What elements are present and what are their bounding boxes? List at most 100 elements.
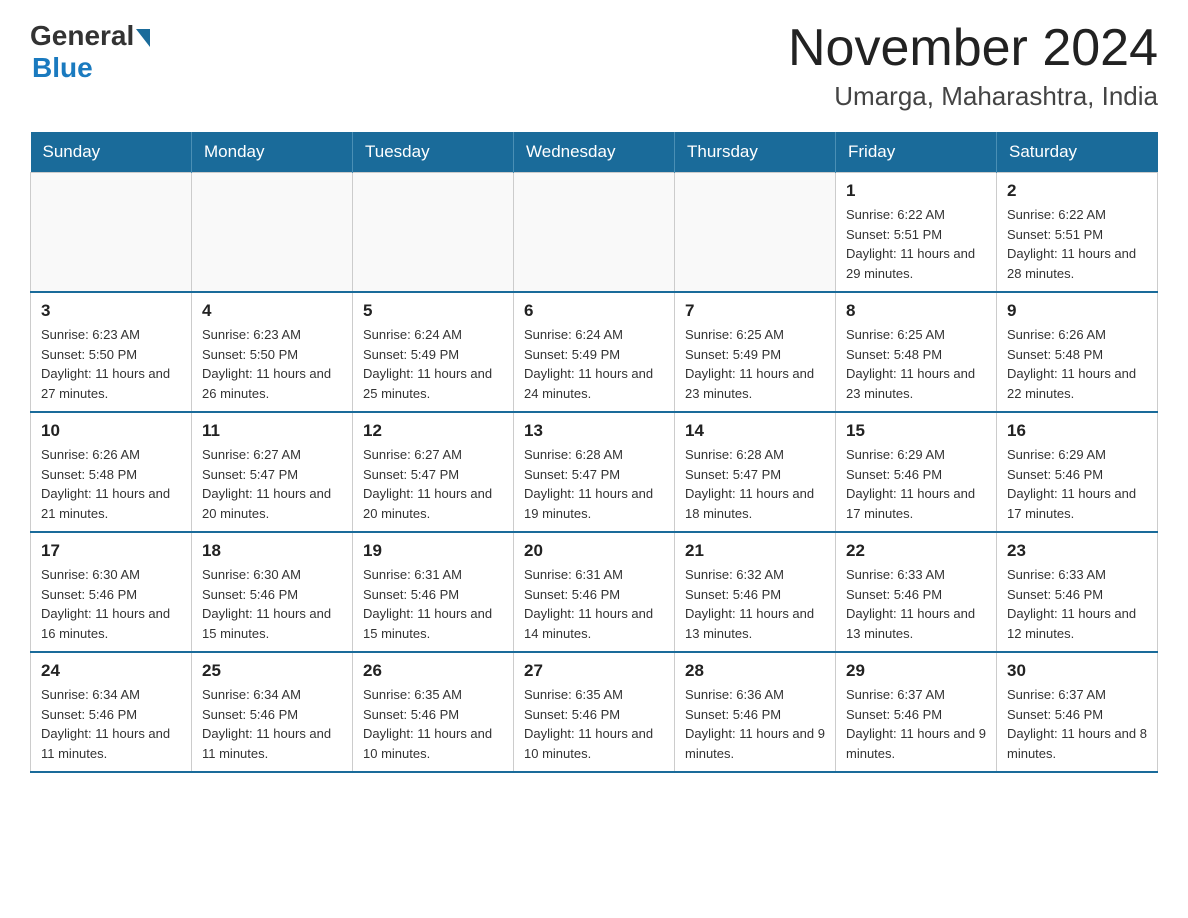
day-number: 14 <box>685 421 825 441</box>
table-row: 5 Sunrise: 6:24 AMSunset: 5:49 PMDaylight… <box>353 292 514 412</box>
table-row: 3Sunrise: 6:23 AMSunset: 5:50 PMDaylight… <box>31 292 192 412</box>
weekday-header-monday: Monday <box>192 132 353 173</box>
weekday-header-sunday: Sunday <box>31 132 192 173</box>
day-number: 16 <box>1007 421 1147 441</box>
calendar-subtitle: Umarga, Maharashtra, India <box>788 81 1158 112</box>
day-info: Sunrise: 6:34 AMSunset: 5:46 PMDaylight:… <box>202 685 342 763</box>
table-row: 9 Sunrise: 6:26 AMSunset: 5:48 PMDaylight… <box>997 292 1158 412</box>
calendar-title-section: November 2024 Umarga, Maharashtra, India <box>788 20 1158 112</box>
day-info: Sunrise: 6:30 AMSunset: 5:46 PMDaylight:… <box>41 565 181 643</box>
logo-arrow-icon <box>136 29 150 47</box>
day-info: Sunrise: 6:29 AMSunset: 5:46 PMDaylight:… <box>846 445 986 523</box>
table-row: 7 Sunrise: 6:25 AMSunset: 5:49 PMDaylight… <box>675 292 836 412</box>
table-row: 27 Sunrise: 6:35 AMSunset: 5:46 PMDayligh… <box>514 652 675 772</box>
day-number: 30 <box>1007 661 1147 681</box>
day-info: Sunrise: 6:27 AMSunset: 5:47 PMDaylight:… <box>202 445 342 523</box>
day-info: Sunrise: 6:34 AMSunset: 5:46 PMDaylight:… <box>41 685 181 763</box>
day-info: Sunrise: 6:32 AMSunset: 5:46 PMDaylight:… <box>685 565 825 643</box>
day-number: 10 <box>41 421 181 441</box>
calendar-table: SundayMondayTuesdayWednesdayThursdayFrid… <box>30 132 1158 773</box>
day-number: 15 <box>846 421 986 441</box>
day-number: 27 <box>524 661 664 681</box>
table-row: 2 Sunrise: 6:22 AMSunset: 5:51 PMDaylight… <box>997 173 1158 293</box>
table-row <box>31 173 192 293</box>
logo-general-text: General <box>30 20 134 52</box>
day-info: Sunrise: 6:25 AMSunset: 5:49 PMDaylight:… <box>685 325 825 403</box>
day-number: 3 <box>41 301 181 321</box>
table-row: 20 Sunrise: 6:31 AMSunset: 5:46 PMDayligh… <box>514 532 675 652</box>
day-number: 2 <box>1007 181 1147 201</box>
calendar-week-2: 3 Sunrise: 6:23 AMSunset: 5:50 PMDaylight… <box>31 292 1158 412</box>
table-row: 28 Sunrise: 6:36 AMSunset: 5:46 PMDayligh… <box>675 652 836 772</box>
weekday-header-wednesday: Wednesday <box>514 132 675 173</box>
table-row: 19Sunrise: 6:31 AMSunset: 5:46 PMDayligh… <box>353 532 514 652</box>
day-info: Sunrise: 6:22 AMSunset: 5:51 PMDaylight:… <box>1007 205 1147 283</box>
day-number: 1 <box>846 181 986 201</box>
day-info: Sunrise: 6:24 AMSunset: 5:49 PMDaylight:… <box>363 325 503 403</box>
calendar-header: SundayMondayTuesdayWednesdayThursdayFrid… <box>31 132 1158 173</box>
calendar-week-4: 17 Sunrise: 6:30 AMSunset: 5:46 PMDayligh… <box>31 532 1158 652</box>
day-number: 20 <box>524 541 664 561</box>
table-row: 21Sunrise: 6:32 AMSunset: 5:46 PMDayligh… <box>675 532 836 652</box>
page-header: General Blue November 2024 Umarga, Mahar… <box>30 20 1158 112</box>
day-info: Sunrise: 6:26 AMSunset: 5:48 PMDaylight:… <box>41 445 181 523</box>
day-number: 17 <box>41 541 181 561</box>
day-number: 7 <box>685 301 825 321</box>
weekday-header-thursday: Thursday <box>675 132 836 173</box>
day-info: Sunrise: 6:36 AMSunset: 5:46 PMDaylight:… <box>685 685 825 763</box>
day-number: 28 <box>685 661 825 681</box>
day-number: 9 <box>1007 301 1147 321</box>
day-info: Sunrise: 6:31 AMSunset: 5:46 PMDaylight:… <box>524 565 664 643</box>
day-number: 29 <box>846 661 986 681</box>
table-row: 6Sunrise: 6:24 AMSunset: 5:49 PMDaylight… <box>514 292 675 412</box>
day-info: Sunrise: 6:23 AMSunset: 5:50 PMDaylight:… <box>202 325 342 403</box>
table-row: 14Sunrise: 6:28 AMSunset: 5:47 PMDayligh… <box>675 412 836 532</box>
table-row <box>514 173 675 293</box>
day-info: Sunrise: 6:25 AMSunset: 5:48 PMDaylight:… <box>846 325 986 403</box>
day-info: Sunrise: 6:35 AMSunset: 5:46 PMDaylight:… <box>524 685 664 763</box>
day-number: 18 <box>202 541 342 561</box>
table-row: 29Sunrise: 6:37 AMSunset: 5:46 PMDayligh… <box>836 652 997 772</box>
day-number: 4 <box>202 301 342 321</box>
table-row: 18 Sunrise: 6:30 AMSunset: 5:46 PMDayligh… <box>192 532 353 652</box>
calendar-week-1: 1 Sunrise: 6:22 AMSunset: 5:51 PMDaylight… <box>31 173 1158 293</box>
logo: General Blue <box>30 20 150 84</box>
table-row: 11 Sunrise: 6:27 AMSunset: 5:47 PMDayligh… <box>192 412 353 532</box>
table-row: 24 Sunrise: 6:34 AMSunset: 5:46 PMDayligh… <box>31 652 192 772</box>
day-info: Sunrise: 6:33 AMSunset: 5:46 PMDaylight:… <box>846 565 986 643</box>
day-number: 8 <box>846 301 986 321</box>
table-row: 16Sunrise: 6:29 AMSunset: 5:46 PMDayligh… <box>997 412 1158 532</box>
table-row: 26 Sunrise: 6:35 AMSunset: 5:46 PMDayligh… <box>353 652 514 772</box>
day-number: 24 <box>41 661 181 681</box>
day-info: Sunrise: 6:28 AMSunset: 5:47 PMDaylight:… <box>524 445 664 523</box>
table-row <box>353 173 514 293</box>
table-row: 22 Sunrise: 6:33 AMSunset: 5:46 PMDayligh… <box>836 532 997 652</box>
day-number: 19 <box>363 541 503 561</box>
day-number: 26 <box>363 661 503 681</box>
day-number: 5 <box>363 301 503 321</box>
day-number: 11 <box>202 421 342 441</box>
day-info: Sunrise: 6:24 AMSunset: 5:49 PMDaylight:… <box>524 325 664 403</box>
table-row <box>675 173 836 293</box>
day-number: 13 <box>524 421 664 441</box>
day-number: 22 <box>846 541 986 561</box>
day-info: Sunrise: 6:30 AMSunset: 5:46 PMDaylight:… <box>202 565 342 643</box>
table-row: 12Sunrise: 6:27 AMSunset: 5:47 PMDayligh… <box>353 412 514 532</box>
table-row: 4 Sunrise: 6:23 AMSunset: 5:50 PMDaylight… <box>192 292 353 412</box>
day-info: Sunrise: 6:35 AMSunset: 5:46 PMDaylight:… <box>363 685 503 763</box>
table-row: 23Sunrise: 6:33 AMSunset: 5:46 PMDayligh… <box>997 532 1158 652</box>
calendar-week-5: 24 Sunrise: 6:34 AMSunset: 5:46 PMDayligh… <box>31 652 1158 772</box>
weekday-header-saturday: Saturday <box>997 132 1158 173</box>
day-info: Sunrise: 6:22 AMSunset: 5:51 PMDaylight:… <box>846 205 986 283</box>
table-row: 30Sunrise: 6:37 AMSunset: 5:46 PMDayligh… <box>997 652 1158 772</box>
weekday-header-tuesday: Tuesday <box>353 132 514 173</box>
table-row: 17 Sunrise: 6:30 AMSunset: 5:46 PMDayligh… <box>31 532 192 652</box>
table-row: 1 Sunrise: 6:22 AMSunset: 5:51 PMDaylight… <box>836 173 997 293</box>
table-row: 10 Sunrise: 6:26 AMSunset: 5:48 PMDayligh… <box>31 412 192 532</box>
table-row: 13 Sunrise: 6:28 AMSunset: 5:47 PMDayligh… <box>514 412 675 532</box>
day-info: Sunrise: 6:26 AMSunset: 5:48 PMDaylight:… <box>1007 325 1147 403</box>
calendar-body: 1 Sunrise: 6:22 AMSunset: 5:51 PMDaylight… <box>31 173 1158 773</box>
weekday-header-friday: Friday <box>836 132 997 173</box>
table-row: 8 Sunrise: 6:25 AMSunset: 5:48 PMDaylight… <box>836 292 997 412</box>
day-info: Sunrise: 6:27 AMSunset: 5:47 PMDaylight:… <box>363 445 503 523</box>
